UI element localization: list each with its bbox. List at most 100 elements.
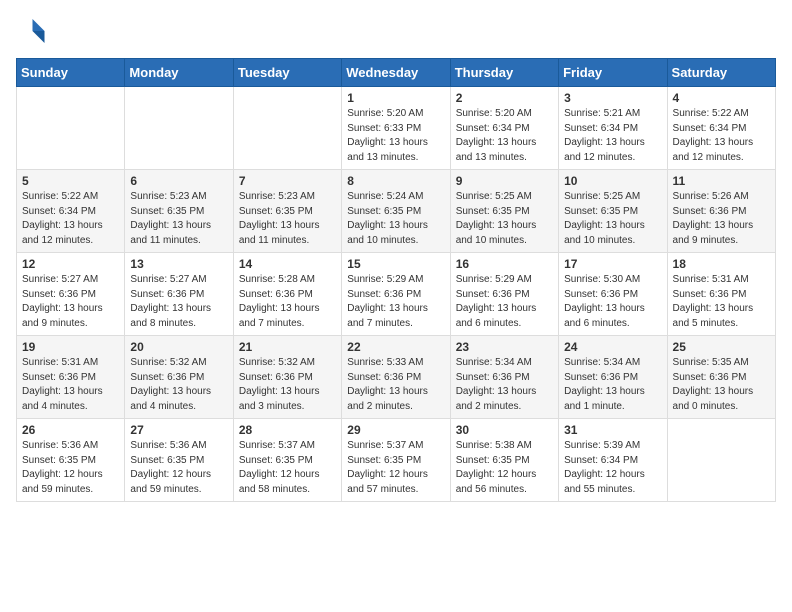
day-number: 8 — [347, 174, 444, 188]
day-info: Sunrise: 5:37 AM Sunset: 6:35 PM Dayligh… — [239, 439, 336, 497]
day-number: 18 — [673, 257, 770, 271]
calendar-cell: 24 Sunrise: 5:34 AM Sunset: 6:36 PM Dayli… — [559, 336, 667, 419]
week-row-1: 1 Sunrise: 5:20 AM Sunset: 6:33 PM Daylig… — [17, 87, 776, 170]
day-info: Sunrise: 5:31 AM Sunset: 6:36 PM Dayligh… — [22, 356, 119, 414]
day-info: Sunrise: 5:29 AM Sunset: 6:36 PM Dayligh… — [456, 273, 553, 331]
day-info: Sunrise: 5:20 AM Sunset: 6:34 PM Dayligh… — [456, 107, 553, 165]
day-number: 1 — [347, 91, 444, 105]
calendar-cell: 19Sunrise: 5:31 AM Sunset: 6:36 PM Dayli… — [17, 336, 125, 419]
day-number: 14 — [239, 257, 336, 271]
day-number: 22 — [347, 340, 444, 354]
calendar-cell: 2Sunrise: 5:20 AM Sunset: 6:34 PM Daylig… — [450, 87, 558, 170]
calendar-cell — [125, 87, 233, 170]
calendar-header-row: SundayMondayTuesdayWednesdayThursdayFrid… — [17, 59, 776, 87]
calendar-cell: 31 Sunrise: 5:39 AM Sunset: 6:34 PM Dayli… — [559, 419, 667, 502]
day-info: Sunrise: 5:22 AM Sunset: 6:34 PM Dayligh… — [673, 107, 770, 165]
day-info: Sunrise: 5:25 AM Sunset: 6:35 PM Dayligh… — [456, 190, 553, 248]
week-row-3: 12 Sunrise: 5:27 AM Sunset: 6:36 PM Dayli… — [17, 253, 776, 336]
day-number: 20 — [130, 340, 227, 354]
day-number: 12 — [22, 257, 119, 271]
calendar-cell — [233, 87, 341, 170]
day-number: 23 — [456, 340, 553, 354]
day-number: 24 — [564, 340, 661, 354]
day-number: 11 — [673, 174, 770, 188]
day-number: 21 — [239, 340, 336, 354]
day-number: 29 — [347, 423, 444, 437]
calendar-cell: 27Sunrise: 5:36 AM Sunset: 6:35 PM Dayli… — [125, 419, 233, 502]
day-number: 25 — [673, 340, 770, 354]
day-number: 6 — [130, 174, 227, 188]
day-number: 3 — [564, 91, 661, 105]
day-info: Sunrise: 5:31 AM Sunset: 6:36 PM Dayligh… — [673, 273, 770, 331]
day-info: Sunrise: 5:39 AM Sunset: 6:34 PM Dayligh… — [564, 439, 661, 497]
day-number: 9 — [456, 174, 553, 188]
calendar-cell: 22 Sunrise: 5:33 AM Sunset: 6:36 PM Dayli… — [342, 336, 450, 419]
day-info: Sunrise: 5:22 AM Sunset: 6:34 PM Dayligh… — [22, 190, 119, 248]
day-info: Sunrise: 5:34 AM Sunset: 6:36 PM Dayligh… — [564, 356, 661, 414]
day-info: Sunrise: 5:35 AM Sunset: 6:36 PM Dayligh… — [673, 356, 770, 414]
calendar-cell: 17 Sunrise: 5:30 AM Sunset: 6:36 PM Dayli… — [559, 253, 667, 336]
calendar-cell: 1 Sunrise: 5:20 AM Sunset: 6:33 PM Daylig… — [342, 87, 450, 170]
day-number: 13 — [130, 257, 227, 271]
calendar-cell: 26Sunrise: 5:36 AM Sunset: 6:35 PM Dayli… — [17, 419, 125, 502]
col-header-saturday: Saturday — [667, 59, 775, 87]
week-row-5: 26Sunrise: 5:36 AM Sunset: 6:35 PM Dayli… — [17, 419, 776, 502]
col-header-sunday: Sunday — [17, 59, 125, 87]
day-info: Sunrise: 5:37 AM Sunset: 6:35 PM Dayligh… — [347, 439, 444, 497]
day-info: Sunrise: 5:34 AM Sunset: 6:36 PM Dayligh… — [456, 356, 553, 414]
day-info: Sunrise: 5:28 AM Sunset: 6:36 PM Dayligh… — [239, 273, 336, 331]
week-row-2: 5 Sunrise: 5:22 AM Sunset: 6:34 PM Daylig… — [17, 170, 776, 253]
day-number: 28 — [239, 423, 336, 437]
day-info: Sunrise: 5:38 AM Sunset: 6:35 PM Dayligh… — [456, 439, 553, 497]
calendar-cell: 23 Sunrise: 5:34 AM Sunset: 6:36 PM Dayli… — [450, 336, 558, 419]
day-info: Sunrise: 5:24 AM Sunset: 6:35 PM Dayligh… — [347, 190, 444, 248]
calendar-cell: 7 Sunrise: 5:23 AM Sunset: 6:35 PM Daylig… — [233, 170, 341, 253]
calendar-cell: 11 Sunrise: 5:26 AM Sunset: 6:36 PM Dayli… — [667, 170, 775, 253]
col-header-friday: Friday — [559, 59, 667, 87]
calendar-cell: 20Sunrise: 5:32 AM Sunset: 6:36 PM Dayli… — [125, 336, 233, 419]
day-number: 30 — [456, 423, 553, 437]
calendar-cell: 5 Sunrise: 5:22 AM Sunset: 6:34 PM Daylig… — [17, 170, 125, 253]
col-header-monday: Monday — [125, 59, 233, 87]
calendar-cell: 10 Sunrise: 5:25 AM Sunset: 6:35 PM Dayli… — [559, 170, 667, 253]
day-number: 17 — [564, 257, 661, 271]
logo-icon — [16, 16, 46, 46]
calendar-cell: 9 Sunrise: 5:25 AM Sunset: 6:35 PM Daylig… — [450, 170, 558, 253]
day-number: 15 — [347, 257, 444, 271]
day-info: Sunrise: 5:20 AM Sunset: 6:33 PM Dayligh… — [347, 107, 444, 165]
calendar-table: SundayMondayTuesdayWednesdayThursdayFrid… — [16, 58, 776, 502]
day-info: Sunrise: 5:30 AM Sunset: 6:36 PM Dayligh… — [564, 273, 661, 331]
week-row-4: 19Sunrise: 5:31 AM Sunset: 6:36 PM Dayli… — [17, 336, 776, 419]
day-info: Sunrise: 5:36 AM Sunset: 6:35 PM Dayligh… — [22, 439, 119, 497]
day-info: Sunrise: 5:21 AM Sunset: 6:34 PM Dayligh… — [564, 107, 661, 165]
day-number: 10 — [564, 174, 661, 188]
calendar-cell — [667, 419, 775, 502]
col-header-tuesday: Tuesday — [233, 59, 341, 87]
day-info: Sunrise: 5:32 AM Sunset: 6:36 PM Dayligh… — [239, 356, 336, 414]
day-number: 5 — [22, 174, 119, 188]
col-header-wednesday: Wednesday — [342, 59, 450, 87]
calendar-cell: 25 Sunrise: 5:35 AM Sunset: 6:36 PM Dayli… — [667, 336, 775, 419]
calendar-cell: 16 Sunrise: 5:29 AM Sunset: 6:36 PM Dayli… — [450, 253, 558, 336]
calendar-cell: 4 Sunrise: 5:22 AM Sunset: 6:34 PM Daylig… — [667, 87, 775, 170]
page-header — [16, 16, 776, 46]
calendar-cell: 8 Sunrise: 5:24 AM Sunset: 6:35 PM Daylig… — [342, 170, 450, 253]
day-number: 31 — [564, 423, 661, 437]
calendar-cell: 3 Sunrise: 5:21 AM Sunset: 6:34 PM Daylig… — [559, 87, 667, 170]
col-header-thursday: Thursday — [450, 59, 558, 87]
calendar-cell: 15Sunrise: 5:29 AM Sunset: 6:36 PM Dayli… — [342, 253, 450, 336]
day-number: 27 — [130, 423, 227, 437]
calendar-cell: 13Sunrise: 5:27 AM Sunset: 6:36 PM Dayli… — [125, 253, 233, 336]
day-info: Sunrise: 5:23 AM Sunset: 6:35 PM Dayligh… — [239, 190, 336, 248]
calendar-cell: 12 Sunrise: 5:27 AM Sunset: 6:36 PM Dayli… — [17, 253, 125, 336]
day-number: 4 — [673, 91, 770, 105]
day-info: Sunrise: 5:26 AM Sunset: 6:36 PM Dayligh… — [673, 190, 770, 248]
day-info: Sunrise: 5:27 AM Sunset: 6:36 PM Dayligh… — [22, 273, 119, 331]
day-number: 7 — [239, 174, 336, 188]
day-number: 16 — [456, 257, 553, 271]
day-info: Sunrise: 5:25 AM Sunset: 6:35 PM Dayligh… — [564, 190, 661, 248]
calendar-cell: 18 Sunrise: 5:31 AM Sunset: 6:36 PM Dayli… — [667, 253, 775, 336]
calendar-cell: 30 Sunrise: 5:38 AM Sunset: 6:35 PM Dayli… — [450, 419, 558, 502]
day-info: Sunrise: 5:33 AM Sunset: 6:36 PM Dayligh… — [347, 356, 444, 414]
calendar-cell: 29 Sunrise: 5:37 AM Sunset: 6:35 PM Dayli… — [342, 419, 450, 502]
